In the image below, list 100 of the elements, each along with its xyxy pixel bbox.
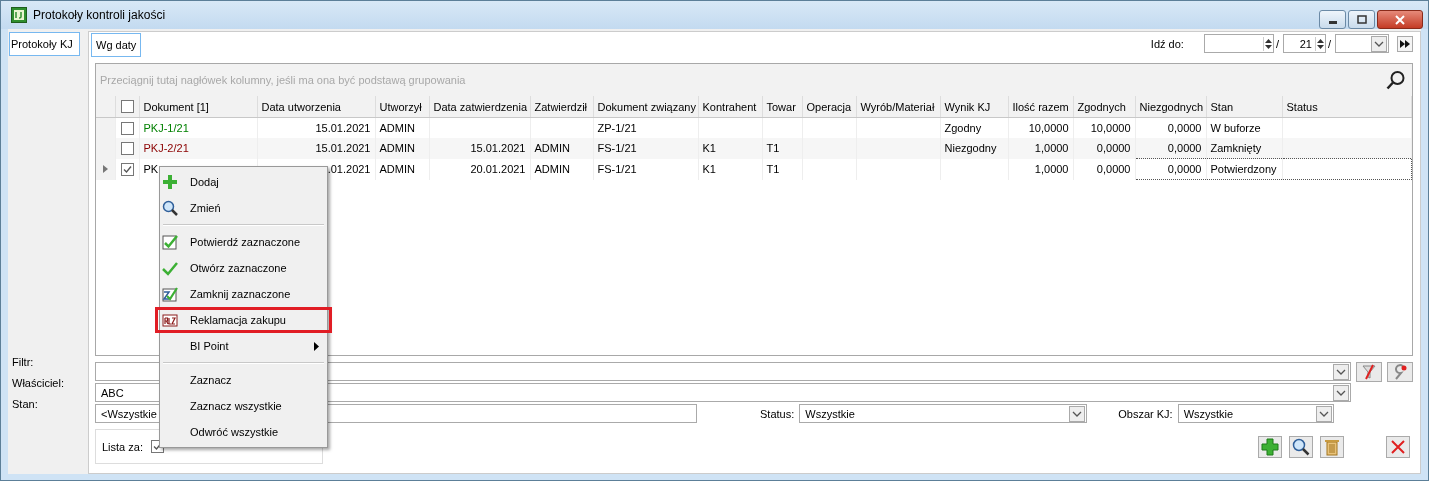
area-label: Obszar KJ: <box>1118 407 1173 420</box>
table-cell: 0,0000 <box>1096 163 1131 175</box>
table-cell: ZP-1/21 <box>597 122 637 134</box>
table-cell: 0,0000 <box>1167 122 1202 134</box>
menu-item[interactable]: Reklamacja zakupu <box>155 307 332 333</box>
column-header[interactable]: Stan <box>1206 96 1282 118</box>
spin-field[interactable] <box>1203 34 1274 53</box>
maximize-icon <box>1356 14 1367 25</box>
table-cell: K1 <box>702 142 716 155</box>
checked-box-icon <box>162 286 178 302</box>
column-header[interactable]: Zgodnych <box>1073 96 1135 118</box>
close-button[interactable] <box>1377 10 1423 29</box>
table-cell: FS-1/21 <box>597 163 637 175</box>
table-cell: ADMIN <box>379 122 415 134</box>
wrench-icon <box>1392 363 1408 380</box>
table-cell: 0,0000 <box>1167 142 1202 154</box>
owner-label: Właściciel: <box>11 376 65 391</box>
search-icon[interactable] <box>1386 70 1406 90</box>
maximize-button[interactable] <box>1348 10 1375 29</box>
chevron-down-icon <box>1315 405 1332 422</box>
table-cell: PKJ-2/21 <box>143 142 189 155</box>
table-cell: 10,0000 <box>1090 122 1131 134</box>
app-icon <box>11 7 27 23</box>
spinner-arrows-icon <box>1314 36 1325 51</box>
tab[interactable]: Wg daty <box>91 33 142 57</box>
table-cell: 0,0000 <box>1096 142 1131 155</box>
checked-box-icon <box>162 234 178 250</box>
table-cell: ADMIN <box>379 163 415 175</box>
close-button[interactable] <box>1386 436 1410 458</box>
column-header[interactable]: Dokument [1] <box>139 96 257 118</box>
dropdown-field[interactable]: Wszystkie <box>1177 404 1334 423</box>
table-cell: FS-1/21 <box>597 142 637 155</box>
column-header[interactable]: Ilość razem <box>1008 96 1073 118</box>
side-tab[interactable]: Protokoły KJ <box>9 32 80 56</box>
search-button[interactable] <box>1289 436 1313 458</box>
table-cell: ADMIN <box>534 142 570 155</box>
table-cell: 1,0000 <box>1034 163 1069 175</box>
table-cell: ADMIN <box>534 163 570 175</box>
funnel-crossed-icon <box>1361 363 1377 380</box>
column-header[interactable]: Status <box>1282 96 1411 118</box>
clear-filter-button[interactable] <box>1356 361 1382 382</box>
table-cell: 15.01.2021 <box>470 142 526 155</box>
table-cell: 15.01.2021 <box>315 122 371 134</box>
chevron-down-icon <box>1333 363 1349 380</box>
search-icon <box>1292 438 1310 456</box>
spin-field[interactable]: 21 <box>1282 34 1326 53</box>
select-all-checkbox[interactable] <box>120 100 134 114</box>
minimize-icon <box>1328 20 1337 24</box>
column-header[interactable]: Data zatwierdzenia <box>429 96 530 118</box>
chevron-down-icon <box>1371 35 1387 52</box>
row-checkbox[interactable] <box>120 121 134 135</box>
column-header[interactable]: Towar <box>762 96 802 118</box>
menu-item[interactable]: BI Point <box>155 333 332 359</box>
chevron-down-icon <box>1333 384 1349 401</box>
menu-item[interactable]: Zmień <box>155 195 332 221</box>
table-cell: K1 <box>702 163 716 175</box>
table-cell: T1 <box>766 142 780 155</box>
table-cell: 10,0000 <box>1028 122 1069 134</box>
checkmark-icon <box>162 260 178 276</box>
filter-label: Filtr: <box>11 355 35 370</box>
table-cell: W buforze <box>1210 122 1261 134</box>
menu-item[interactable]: Zamknij zaznaczone <box>155 281 332 307</box>
table-cell: PK <box>143 163 159 175</box>
row-checkbox[interactable] <box>120 142 134 156</box>
menu-item[interactable]: Potwierdź zaznaczone <box>155 229 332 255</box>
column-header[interactable]: Operacja <box>802 96 856 118</box>
trash-icon <box>1323 438 1341 456</box>
table-cell: 20.01.2021 <box>470 163 526 175</box>
list-label: Lista za: <box>102 440 143 453</box>
table-cell: T1 <box>766 163 780 175</box>
minimize-button[interactable] <box>1319 10 1346 29</box>
wrench-button[interactable] <box>1387 361 1413 382</box>
go-to-label: Idź do: <box>1150 37 1184 50</box>
dropdown-field[interactable]: Wszystkie <box>799 404 1088 423</box>
spinner-arrows-icon <box>1262 36 1273 51</box>
column-header[interactable]: Wyrób/Materiał <box>856 96 940 118</box>
window-title: Protokoły kontroli jakości <box>33 8 167 22</box>
chevron-down-icon <box>1069 405 1086 422</box>
add-button[interactable] <box>1258 436 1282 458</box>
dropdown-field[interactable] <box>1335 34 1389 53</box>
table-cell: Niezgodny <box>944 142 997 155</box>
table-cell: Zamknięty <box>1210 142 1262 154</box>
column-header[interactable]: Kontrahent <box>698 96 762 118</box>
table-cell: Potwierdzony <box>1210 163 1277 175</box>
column-header[interactable]: Data utworzenia <box>257 96 375 118</box>
column-header[interactable]: Zatwierdził <box>530 96 593 118</box>
table-cell: 1,0000 <box>1034 142 1069 155</box>
next-button[interactable] <box>1397 35 1413 52</box>
table-cell: ADMIN <box>379 142 415 155</box>
plus-icon <box>1261 438 1279 456</box>
column-header[interactable]: Niezgodnych <box>1135 96 1206 118</box>
menu-item[interactable]: Otwórz zaznaczone <box>155 255 332 281</box>
column-header[interactable]: Dokument związany <box>593 96 698 118</box>
column-header[interactable]: Wynik KJ <box>940 96 1008 118</box>
close-icon <box>1389 438 1407 456</box>
close-icon <box>1395 14 1405 25</box>
status-label: Status: <box>760 407 795 420</box>
row-checkbox[interactable] <box>120 162 134 176</box>
column-header[interactable]: Utworzył <box>375 96 429 118</box>
table-cell: 15.01.2021 <box>315 142 371 155</box>
